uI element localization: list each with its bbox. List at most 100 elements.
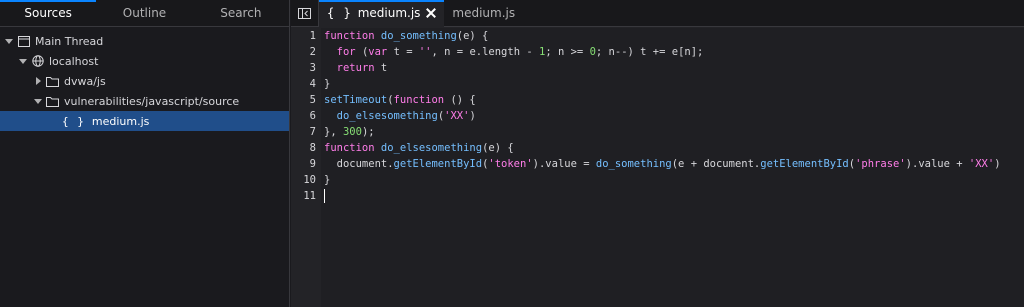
- expand-arrow-icon[interactable]: [18, 59, 28, 64]
- code-token: function: [324, 142, 375, 154]
- code-token: ; n >=: [545, 46, 590, 58]
- tree-item-label: dvwa/js: [64, 74, 106, 88]
- code-token: );: [361, 126, 375, 138]
- line-number: 2: [309, 46, 316, 58]
- line-number: 7: [309, 126, 316, 138]
- code-token: () {: [444, 94, 476, 106]
- editor-tab-medium-js-2[interactable]: medium.js: [444, 0, 523, 27]
- js-file-icon: { }: [327, 6, 352, 20]
- code-line: [321, 188, 1024, 204]
- code-token: '': [418, 46, 432, 58]
- tree-item-localhost[interactable]: localhost: [0, 51, 289, 71]
- code-token: ; n--) t += e[n];: [595, 46, 704, 58]
- code-token: getElementById: [393, 158, 483, 170]
- expand-arrow-icon[interactable]: [33, 99, 43, 104]
- code-token: (e + document.: [671, 158, 761, 170]
- tree-item-label: Main Thread: [35, 34, 104, 48]
- code-token: t =: [387, 46, 419, 58]
- line-number-gutter[interactable]: 1 2 3 4 5 6 7 8 9 10 11: [291, 28, 321, 307]
- code-token: 300: [342, 126, 362, 138]
- code-line: document.getElementById('token').value =…: [321, 156, 1024, 172]
- code-token: document.: [324, 158, 394, 170]
- expand-arrow-icon[interactable]: [4, 39, 14, 44]
- code-editor[interactable]: function do_something(e) { for (var t = …: [321, 28, 1024, 307]
- code-area: 1 2 3 4 5 6 7 8 9 10 11 function do_something(e) {…: [291, 28, 1024, 307]
- code-token: }: [324, 174, 331, 186]
- line-number: 10: [303, 174, 316, 186]
- code-token: 'XX': [968, 158, 995, 170]
- tree-item-medium-js[interactable]: { } medium.js: [0, 111, 289, 131]
- toggle-sidebar-button[interactable]: [291, 0, 319, 27]
- line-number: 8: [309, 142, 316, 154]
- sources-panel-tabs: Sources Outline Search: [0, 0, 289, 27]
- globe-icon: [31, 55, 44, 67]
- code-line: function do_something(e) {: [321, 28, 1024, 44]
- line-number: 5: [309, 94, 316, 106]
- code-token: ): [469, 110, 476, 122]
- tab-search[interactable]: Search: [193, 0, 289, 26]
- tree-item-source-folder[interactable]: vulnerabilities/javascript/source: [0, 91, 289, 111]
- code-token: ).value +: [905, 158, 969, 170]
- code-token: (: [355, 46, 369, 58]
- tree-item-label: vulnerabilities/javascript/source: [64, 94, 240, 108]
- line-number: 9: [309, 158, 316, 170]
- code-line: setTimeout(function () {: [321, 92, 1024, 108]
- editor-tab-medium-js[interactable]: { } medium.js: [319, 0, 445, 27]
- code-token: }: [324, 78, 331, 90]
- line-number: 3: [309, 62, 316, 74]
- js-file-icon: { }: [62, 114, 85, 128]
- code-token: (e) {: [456, 30, 489, 42]
- code-line: function do_elsesomething(e) {: [321, 140, 1024, 156]
- code-token: (e) {: [482, 142, 514, 154]
- text-cursor: [324, 189, 325, 203]
- folder-icon: [46, 95, 59, 107]
- tree-item-label: localhost: [49, 54, 99, 68]
- code-token: do_elsesomething: [336, 110, 438, 122]
- code-token: do_elsesomething: [380, 142, 483, 154]
- code-token: function: [324, 30, 375, 42]
- code-line: }: [321, 172, 1024, 188]
- close-icon[interactable]: [426, 8, 436, 18]
- line-number: 6: [309, 110, 316, 122]
- tree-item-dvwa-js[interactable]: dvwa/js: [0, 71, 289, 91]
- tab-outline[interactable]: Outline: [96, 0, 192, 26]
- code-token: },: [324, 126, 343, 138]
- code-token: do_something: [380, 30, 457, 42]
- editor-panel: { } medium.js medium.js 1 2 3 4 5 6 7 8 9 10 11 fu…: [291, 0, 1024, 307]
- code-token: function: [393, 94, 445, 106]
- code-line: }, 300);: [321, 124, 1024, 140]
- window-icon: [17, 35, 30, 47]
- code-token: ).value =: [532, 158, 596, 170]
- editor-tab-label: medium.js: [357, 6, 421, 20]
- code-line: for (var t = '', n = e.length - 1; n >= …: [321, 44, 1024, 60]
- code-token: , n = e.length -: [431, 46, 539, 58]
- code-token: 'token': [488, 158, 533, 170]
- code-line: }: [321, 76, 1024, 92]
- line-number: 4: [309, 78, 316, 90]
- code-token: 'phrase': [855, 158, 906, 170]
- code-token: do_something: [595, 158, 672, 170]
- editor-tab-bar: { } medium.js medium.js: [291, 0, 1024, 27]
- folder-icon: [46, 75, 59, 87]
- tree-item-main-thread[interactable]: Main Thread: [0, 31, 289, 51]
- tab-sources[interactable]: Sources: [0, 0, 97, 26]
- code-token: 'XX': [444, 110, 470, 122]
- code-token: var: [368, 46, 388, 58]
- editor-tab-label: medium.js: [452, 6, 516, 20]
- code-line: do_elsesomething('XX'): [321, 108, 1024, 124]
- code-token: t: [374, 62, 388, 74]
- code-token: ): [994, 158, 1001, 170]
- line-number: 11: [303, 190, 316, 202]
- sources-tree: Main Thread localhost dvwa/js vulnerabil…: [0, 27, 289, 131]
- collapse-arrow-icon[interactable]: [33, 77, 43, 85]
- code-token: return: [336, 62, 375, 74]
- code-token: for: [336, 46, 356, 58]
- code-token: setTimeout: [324, 94, 388, 106]
- code-line: return t: [321, 60, 1024, 76]
- code-token: getElementById: [760, 158, 849, 170]
- sources-panel: Sources Outline Search Main Thread local…: [0, 0, 290, 307]
- tree-item-label: medium.js: [91, 114, 150, 128]
